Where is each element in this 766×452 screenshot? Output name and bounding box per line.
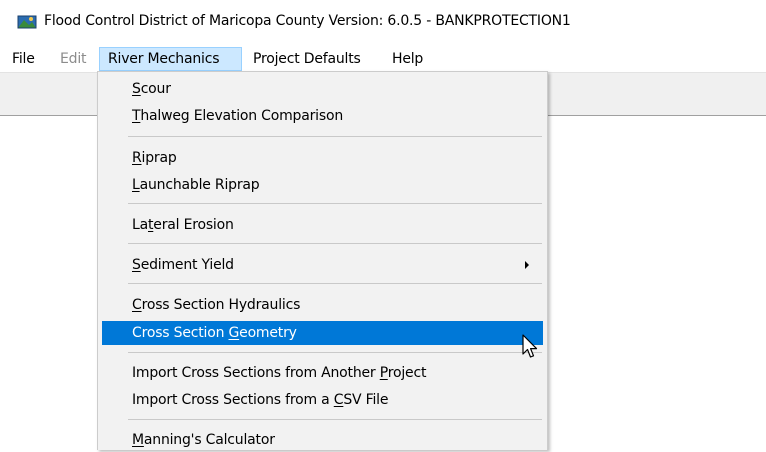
menu-item-label: Import Cross Sections from Another Proje… [132,365,427,381]
menu-separator [128,243,542,244]
menu-item-scour[interactable]: Scour [102,77,543,101]
menu-item-thalweg-elevation-comparison[interactable]: Thalweg Elevation Comparison [102,104,543,128]
mouse-pointer-icon [522,334,538,358]
menu-item-import-from-another-project[interactable]: Import Cross Sections from Another Proje… [102,361,543,385]
menu-item-label: Manning's Calculator [132,432,275,448]
menu-item-label: Sediment Yield [132,257,234,273]
menu-item-label: Scour [132,81,171,97]
menu-item-mannings-calculator[interactable]: Manning's Calculator [102,428,543,452]
menu-item-label: Cross Section Geometry [132,325,297,341]
menu-item-lateral-erosion[interactable]: Lateral Erosion [102,213,543,237]
menu-river-mechanics[interactable]: River Mechanics [99,47,242,71]
submenu-arrow-icon [525,261,529,269]
menu-project-defaults[interactable]: Project Defaults [245,47,369,71]
menu-separator [128,352,542,353]
menu-separator [128,136,542,137]
menu-item-cross-section-geometry[interactable]: Cross Section Geometry [102,321,543,345]
menu-item-label: Thalweg Elevation Comparison [132,108,344,124]
menu-help[interactable]: Help [384,47,431,71]
menu-item-import-from-csv[interactable]: Import Cross Sections from a CSV File [102,388,543,412]
window-title: Flood Control District of Maricopa Count… [44,13,571,29]
app-icon [17,15,37,29]
title-bar: Flood Control District of Maricopa Count… [0,0,766,42]
menu-item-riprap[interactable]: Riprap [102,146,543,170]
menu-separator [128,283,542,284]
menu-edit[interactable]: Edit [52,47,94,71]
menu-bar: File Edit River Mechanics Project Defaul… [0,47,766,71]
menu-item-label: Cross Section Hydraulics [132,297,301,313]
menu-separator [128,419,542,420]
menu-item-label: Riprap [132,150,177,166]
menu-item-label: Import Cross Sections from a CSV File [132,392,389,408]
menu-separator [128,203,542,204]
menu-item-label: Lateral Erosion [132,217,234,233]
menu-file[interactable]: File [4,47,43,71]
menu-item-launchable-riprap[interactable]: Launchable Riprap [102,173,543,197]
menu-item-cross-section-hydraulics[interactable]: Cross Section Hydraulics [102,293,543,317]
menu-item-sediment-yield[interactable]: Sediment Yield [102,253,543,277]
menu-item-label: Launchable Riprap [132,177,260,193]
river-mechanics-dropdown: Scour Thalweg Elevation Comparison Ripra… [97,71,548,450]
